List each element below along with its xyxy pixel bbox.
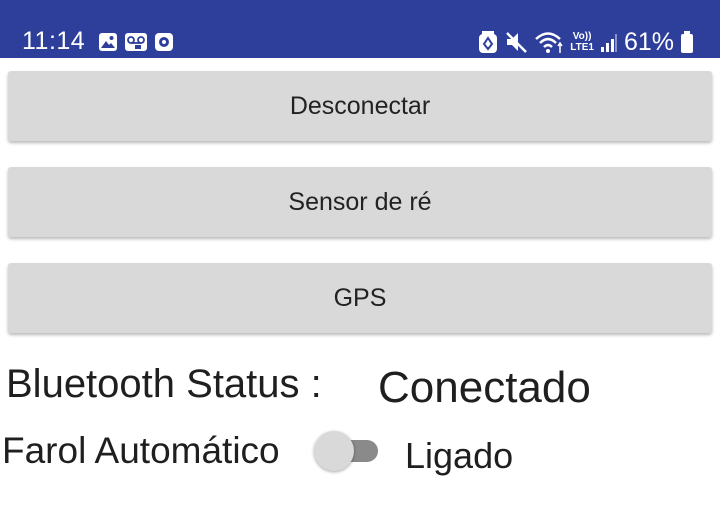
battery-icon	[681, 31, 693, 53]
switch-thumb	[314, 431, 354, 471]
auto-headlight-label: Farol Automático	[2, 430, 280, 471]
data-saver-icon	[479, 31, 498, 53]
status-bar: 11:14 Vo)) LTE1 61%	[0, 0, 720, 58]
auto-headlight-switch[interactable]	[314, 430, 378, 472]
mute-icon	[506, 32, 528, 53]
lte-label: LTE1	[570, 42, 594, 53]
gps-button[interactable]: GPS	[8, 263, 712, 333]
media-notification-icon	[155, 33, 173, 51]
bluetooth-status-value: Conectado	[378, 363, 591, 412]
system-icons: Vo)) LTE1 61%	[478, 28, 694, 56]
rear-sensor-button[interactable]: Sensor de ré	[8, 167, 712, 237]
signal-icon	[600, 34, 617, 52]
battery-percent: 61%	[623, 28, 674, 56]
disconnect-button[interactable]: Desconectar	[8, 71, 712, 141]
volte-icon: Vo)) LTE1	[570, 31, 594, 53]
wifi-icon	[535, 32, 563, 53]
auto-headlight-state: Ligado	[405, 435, 514, 476]
notification-icons	[98, 31, 174, 53]
image-notification-icon	[99, 33, 117, 51]
status-time: 11:14	[22, 27, 86, 55]
bluetooth-status-label: Bluetooth Status :	[6, 362, 322, 406]
voicemail-icon	[125, 33, 147, 51]
volte-label: Vo))	[572, 31, 592, 42]
